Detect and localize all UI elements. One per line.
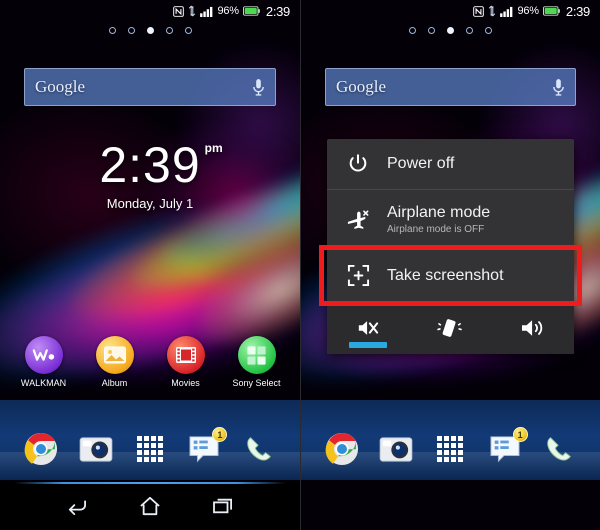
movies-icon xyxy=(166,336,205,374)
app-shortcut-sony-select[interactable]: Sony Select xyxy=(225,336,289,388)
clock-widget[interactable]: 2:39 pm Monday, July 1 xyxy=(0,140,300,211)
airplane-icon xyxy=(345,209,371,231)
phone-icon[interactable] xyxy=(241,431,277,467)
power-menu-item-subtitle: Airplane mode is OFF xyxy=(387,224,485,235)
power-menu-item-title: Take screenshot xyxy=(387,266,504,284)
power-menu-item-take-screenshot[interactable]: Take screenshot xyxy=(319,245,582,306)
screenshot-icon xyxy=(345,264,371,287)
app-shortcut-label: Sony Select xyxy=(232,378,281,388)
recents-button[interactable] xyxy=(206,493,240,519)
toggle-silent[interactable] xyxy=(327,302,409,354)
navigation-bar xyxy=(0,482,300,530)
status-bar: 96% 2:39 xyxy=(301,0,600,22)
app-shortcut-label: Album xyxy=(101,378,128,388)
page-dot-active[interactable] xyxy=(146,27,154,34)
power-menu-item-title: Airplane mode xyxy=(387,204,491,221)
page-dot[interactable] xyxy=(127,27,135,34)
phone-screen-home: 96% 2:39 Google 2:39 pm Monday, July 1 W… xyxy=(0,0,300,530)
page-dot[interactable] xyxy=(184,27,192,34)
clock-ampm: pm xyxy=(204,141,223,155)
power-menu-item-title: Power off xyxy=(387,155,455,172)
page-indicator xyxy=(0,27,300,34)
messaging-icon[interactable]: 1 xyxy=(186,427,228,467)
app-shortcut-album[interactable]: Album xyxy=(83,336,147,388)
google-search-widget[interactable]: Google xyxy=(24,68,276,106)
clock-time: 2:39 xyxy=(99,137,201,193)
microphone-icon[interactable] xyxy=(552,78,565,97)
sound-mode-toggles xyxy=(327,301,574,354)
toggle-vibrate[interactable] xyxy=(409,302,491,354)
sony-select-icon xyxy=(237,336,276,374)
google-search-label: Google xyxy=(35,77,86,96)
album-icon xyxy=(95,336,134,374)
microphone-icon[interactable] xyxy=(252,78,265,97)
messaging-badge: 1 xyxy=(212,427,228,442)
vibrate-icon xyxy=(437,317,463,339)
page-dot[interactable] xyxy=(466,27,473,34)
app-drawer-icon[interactable] xyxy=(132,431,168,467)
phone-icon[interactable] xyxy=(541,431,577,467)
mute-icon xyxy=(356,317,380,339)
page-indicator xyxy=(301,27,600,34)
toggle-active-indicator xyxy=(349,342,388,348)
clock-date: Monday, July 1 xyxy=(106,196,194,211)
status-clock: 2:39 xyxy=(565,3,590,19)
walkman-icon xyxy=(24,336,63,374)
app-shortcut-label: WALKMAN xyxy=(20,378,67,388)
messaging-badge: 1 xyxy=(512,427,528,442)
power-menu-dialog: Power off Airplane mode Airplane mode is… xyxy=(319,139,582,354)
status-clock: 2:39 xyxy=(265,3,290,19)
camera-icon[interactable] xyxy=(378,431,414,467)
status-bar: 96% 2:39 xyxy=(0,0,300,22)
page-dot[interactable] xyxy=(108,27,116,34)
page-dot[interactable] xyxy=(485,27,492,34)
app-shortcut-label: Movies xyxy=(171,378,200,388)
google-search-widget[interactable]: Google xyxy=(325,68,576,106)
clock-time-wrap: 2:39 pm xyxy=(99,137,222,193)
signal-icon xyxy=(200,6,213,17)
app-shortcut-row: WALKMAN Album Movies Sony Select xyxy=(0,336,300,388)
camera-icon[interactable] xyxy=(78,431,114,467)
phone-screen-power-menu: 96% 2:39 Google 1 Power off Airplane mod… xyxy=(300,0,600,530)
toggle-sound-on[interactable] xyxy=(492,302,574,354)
battery-percent-label: 96% xyxy=(517,5,539,17)
google-search-label: Google xyxy=(336,77,387,96)
back-button[interactable] xyxy=(60,493,94,519)
dock: 1 xyxy=(301,427,600,467)
power-menu-item-airplane-mode[interactable]: Airplane mode Airplane mode is OFF xyxy=(327,190,574,250)
chrome-icon[interactable] xyxy=(324,431,360,467)
app-shortcut-walkman[interactable]: WALKMAN xyxy=(12,336,76,388)
page-dot[interactable] xyxy=(409,27,416,34)
home-button[interactable] xyxy=(133,493,167,519)
signal-icon xyxy=(500,6,513,17)
screenshot-pair: 96% 2:39 Google 2:39 pm Monday, July 1 W… xyxy=(0,0,600,530)
power-menu-item-power-off[interactable]: Power off xyxy=(327,139,574,190)
page-dot-active[interactable] xyxy=(447,27,454,34)
nfc-icon xyxy=(173,5,185,17)
dock: 1 xyxy=(0,427,300,467)
app-drawer-icon[interactable] xyxy=(432,431,468,467)
battery-icon xyxy=(542,6,560,16)
messaging-icon[interactable]: 1 xyxy=(487,427,528,467)
page-dot[interactable] xyxy=(165,27,173,34)
sync-icon xyxy=(188,5,196,17)
nfc-icon xyxy=(473,5,485,17)
speaker-icon xyxy=(520,317,546,339)
sync-icon xyxy=(488,5,496,17)
battery-icon xyxy=(242,6,260,16)
app-shortcut-movies[interactable]: Movies xyxy=(154,336,218,388)
power-icon xyxy=(345,153,371,175)
battery-percent-label: 96% xyxy=(217,5,239,17)
chrome-icon[interactable] xyxy=(23,431,59,467)
page-dot[interactable] xyxy=(428,27,435,34)
